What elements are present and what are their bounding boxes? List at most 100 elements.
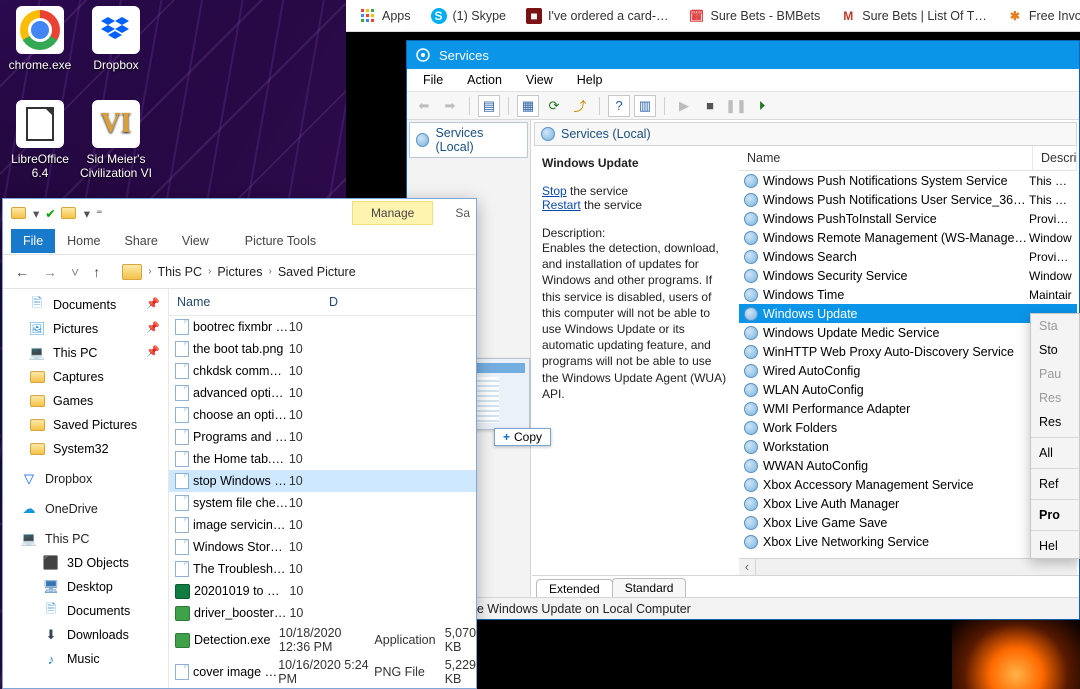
file-row[interactable]: driver_booster_setu…10	[169, 602, 476, 624]
file-row[interactable]: Detection.exe10/18/2020 12:36 PMApplicat…	[169, 624, 476, 656]
tab-share[interactable]: Share	[113, 229, 170, 253]
bookmark-apps[interactable]: Apps	[350, 8, 421, 24]
chevron-right-icon[interactable]: ›	[268, 266, 271, 277]
toolbar-help-icon[interactable]: ?	[608, 95, 630, 117]
col-name[interactable]: Name	[739, 146, 1033, 170]
service-restart-link[interactable]: Restart	[542, 198, 581, 212]
file-row[interactable]: Programs and Featu…10	[169, 426, 476, 448]
breadcrumb-thispc[interactable]: This PC	[158, 265, 202, 279]
services-hscroll[interactable]: ‹	[739, 558, 1077, 575]
file-row[interactable]: 20201019 to Matthe…10	[169, 580, 476, 602]
menu-file[interactable]: File	[413, 71, 453, 89]
service-row[interactable]: WLAN AutoConfig	[739, 380, 1077, 399]
toolbar-pause-icon[interactable]: ❚❚	[725, 95, 747, 117]
breadcrumb-pictures[interactable]: Pictures	[217, 265, 262, 279]
desktop-icon-civ6[interactable]: VI Sid Meier's Civilization VI	[78, 100, 154, 180]
nav-item[interactable]: System32	[3, 437, 168, 461]
services-tree-node[interactable]: Services (Local)	[409, 122, 528, 158]
bookmark-surebets[interactable]: 🗓 Sure Bets - BMBets	[679, 8, 831, 24]
bookmark-surebets-list[interactable]: M Sure Bets | List Of T…	[830, 8, 997, 24]
file-row[interactable]: image servicing co…10	[169, 514, 476, 536]
nav-item[interactable]: ♪Music	[3, 647, 168, 671]
service-row[interactable]: WWAN AutoConfig	[739, 456, 1077, 475]
nav-forward-icon[interactable]: →	[39, 264, 61, 280]
context-menu-item[interactable]: Sto	[1031, 338, 1079, 362]
toolbar-start-icon[interactable]: ▶	[673, 95, 695, 117]
nav-up-icon[interactable]: ↑	[89, 264, 104, 280]
service-row[interactable]: Windows Push Notifications User Service_…	[739, 190, 1077, 209]
file-row[interactable]: bootrec fixmbr com…10	[169, 316, 476, 338]
toolbar-forward-icon[interactable]: ➡	[439, 95, 461, 117]
col-date[interactable]: D	[321, 289, 465, 315]
col-name[interactable]: Name	[169, 289, 321, 315]
service-row[interactable]: Windows PushToInstall ServiceProvides	[739, 209, 1077, 228]
breadcrumb-saved-pictures[interactable]: Saved Picture	[278, 265, 356, 279]
chevron-down-icon[interactable]: ▾	[33, 206, 39, 221]
properties-check-icon[interactable]: ✔	[45, 206, 55, 221]
desktop-icon-libreoffice[interactable]: LibreOffice 6.4	[2, 100, 78, 180]
service-row[interactable]: Windows Remote Management (WS-Manageme…W…	[739, 228, 1077, 247]
service-row[interactable]: WinHTTP Web Proxy Auto-Discovery Service	[739, 342, 1077, 361]
service-row[interactable]: Xbox Accessory Management Service	[739, 475, 1077, 494]
bookmark-skype[interactable]: S (1) Skype	[421, 8, 517, 24]
file-row[interactable]: chkdsk command.p…10	[169, 360, 476, 382]
nav-recent-icon[interactable]: ˅	[67, 264, 83, 280]
service-row[interactable]: Windows TimeMaintair	[739, 285, 1077, 304]
service-row[interactable]: Windows Security ServiceWindow	[739, 266, 1077, 285]
tab-extended[interactable]: Extended	[536, 579, 613, 597]
col-description[interactable]: Descript	[1033, 146, 1077, 170]
service-row[interactable]: Xbox Live Game Save	[739, 513, 1077, 532]
bookmark-invoice[interactable]: ✱ Free Invoice Gen	[997, 8, 1080, 24]
file-row[interactable]: the boot tab.png10	[169, 338, 476, 360]
nav-section-dropbox[interactable]: ▽Dropbox	[3, 467, 168, 491]
toolbar-export-icon[interactable]: ⤴	[569, 95, 591, 117]
toolbar-show-hide-icon[interactable]: ▤	[478, 95, 500, 117]
nav-item[interactable]: 🖼Pictures📌	[3, 317, 168, 341]
service-row[interactable]: Xbox Live Auth Manager	[739, 494, 1077, 513]
file-row[interactable]: The Troubleshoot ta…10	[169, 558, 476, 580]
context-menu-item[interactable]: Hel	[1031, 534, 1079, 558]
nav-item[interactable]: 🖥Desktop	[3, 575, 168, 599]
context-menu-item[interactable]: Pro	[1031, 503, 1079, 527]
service-row[interactable]: Windows Push Notifications System Servic…	[739, 171, 1077, 190]
bookmark-card[interactable]: ■ I've ordered a card-…	[516, 8, 679, 24]
file-row[interactable]: system file checker …10	[169, 492, 476, 514]
file-row[interactable]: the Home tab.png10	[169, 448, 476, 470]
toolbar-stop-icon[interactable]: ■	[699, 95, 721, 117]
manage-tab[interactable]: Manage	[352, 201, 433, 225]
nav-section-thispc[interactable]: 💻This PC	[3, 527, 168, 551]
toolbar-restart-icon[interactable]: ⏵	[751, 95, 773, 117]
file-row[interactable]: stop Windows Upd…10	[169, 470, 476, 492]
tab-file[interactable]: File	[11, 229, 55, 253]
tab-picture-tools[interactable]: Picture Tools	[233, 229, 328, 253]
service-row[interactable]: Workstation	[739, 437, 1077, 456]
nav-item[interactable]: Captures	[3, 365, 168, 389]
tab-home[interactable]: Home	[55, 229, 112, 253]
context-menu-item[interactable]: All	[1031, 441, 1079, 465]
service-row[interactable]: WMI Performance Adapter	[739, 399, 1077, 418]
nav-item[interactable]: 🗎Documents📌	[3, 293, 168, 317]
service-row[interactable]: Work Folders	[739, 418, 1077, 437]
nav-item[interactable]: 💻This PC📌	[3, 341, 168, 365]
context-menu-item[interactable]: Res	[1031, 410, 1079, 434]
chevron-down-icon[interactable]: ▾	[84, 206, 90, 221]
services-titlebar[interactable]: Services	[407, 41, 1079, 69]
nav-item[interactable]: ⬛3D Objects	[3, 551, 168, 575]
scroll-left-icon[interactable]: ‹	[739, 559, 756, 576]
toolbar-back-icon[interactable]: ⬅	[413, 95, 435, 117]
chevron-right-icon[interactable]: ›	[208, 266, 211, 277]
nav-item[interactable]: ⬇Downloads	[3, 623, 168, 647]
file-row[interactable]: Windows Store App…10	[169, 536, 476, 558]
menu-help[interactable]: Help	[567, 71, 613, 89]
desktop-icon-dropbox[interactable]: Dropbox	[78, 6, 154, 72]
file-row[interactable]: advanced options …10	[169, 382, 476, 404]
service-row[interactable]: Wired AutoConfig	[739, 361, 1077, 380]
service-row[interactable]: Windows Update Medic Service	[739, 323, 1077, 342]
menu-action[interactable]: Action	[457, 71, 512, 89]
nav-item[interactable]: 🗎Documents	[3, 599, 168, 623]
toolbar-refresh-icon[interactable]: ⟳	[543, 95, 565, 117]
tab-view[interactable]: View	[170, 229, 221, 253]
service-row[interactable]: Windows SearchProvides	[739, 247, 1077, 266]
tab-standard[interactable]: Standard	[612, 578, 687, 597]
chevron-right-icon[interactable]: ›	[148, 266, 151, 277]
